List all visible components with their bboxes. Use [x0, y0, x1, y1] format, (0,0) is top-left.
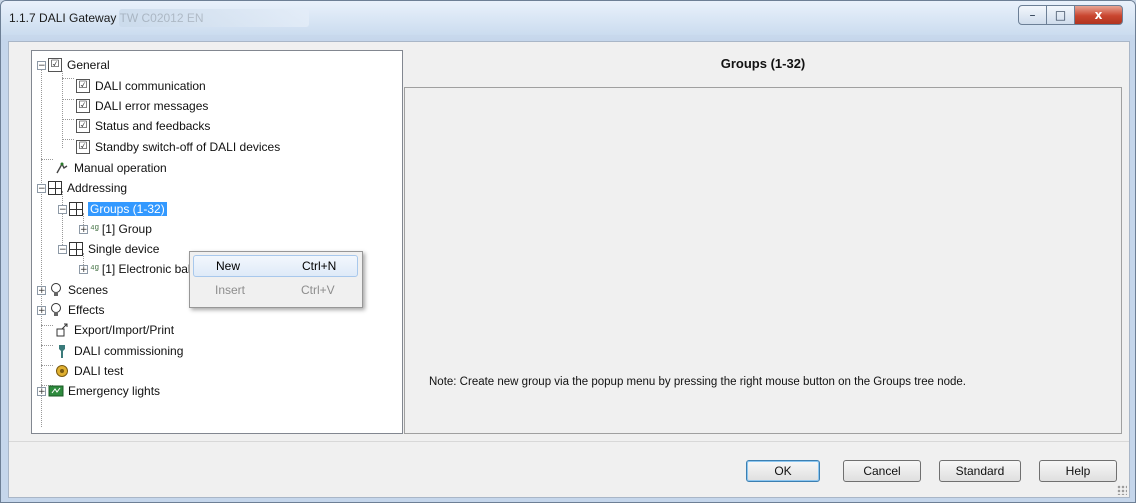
expander-groups[interactable]: −	[58, 205, 67, 215]
expander-addressing[interactable]: −	[37, 184, 46, 194]
parameter-panel: Note: Create new group via the popup men…	[404, 87, 1122, 434]
tree-item-label: Effects	[68, 303, 105, 317]
tree-item-general[interactable]: ☑ General	[48, 56, 110, 74]
tree-item-label: DALI error messages	[95, 99, 209, 113]
tree-item-label-selected: Groups (1-32)	[88, 202, 167, 216]
tree-item-dali-commissioning[interactable]: DALI commissioning	[54, 342, 183, 360]
export-icon	[54, 322, 70, 338]
bulb-icon	[48, 302, 64, 318]
grid-icon	[69, 202, 83, 216]
resize-grip[interactable]	[1117, 485, 1127, 495]
manual-operation-icon	[54, 160, 70, 176]
grid-icon	[69, 242, 83, 256]
tree-item-dali-error-messages[interactable]: ☑ DALI error messages	[76, 97, 208, 115]
footer-divider	[9, 441, 1129, 442]
tree-item-groups[interactable]: Groups (1-32)	[69, 200, 167, 218]
expander-general[interactable]: −	[37, 61, 46, 71]
tree-item-group-1[interactable]: ⁴ᵍ [1] Group	[90, 220, 152, 238]
dialog-client-area: − ☑ General ☑ DALI communication ☑ DALI …	[8, 41, 1130, 498]
parameter-tree[interactable]: − ☑ General ☑ DALI communication ☑ DALI …	[31, 50, 403, 434]
test-icon	[54, 363, 70, 379]
expander-effects[interactable]: +	[37, 306, 46, 316]
grid-icon	[48, 181, 62, 195]
help-button[interactable]: Help	[1039, 460, 1117, 482]
tree-item-label: Emergency lights	[68, 384, 161, 398]
commissioning-icon	[54, 343, 70, 359]
tree-item-status-and-feedbacks[interactable]: ☑ Status and feedbacks	[76, 117, 210, 135]
checklist-icon: ☑	[76, 79, 90, 93]
tree-item-label: DALI commissioning	[74, 344, 184, 358]
tree-item-scenes[interactable]: Scenes	[48, 281, 108, 299]
close-button[interactable]: x	[1074, 5, 1123, 25]
context-menu-insert[interactable]: Insert Ctrl+V	[193, 280, 358, 302]
checklist-icon: ☑	[48, 58, 62, 72]
expander-electronic-ballast[interactable]: +	[79, 265, 88, 275]
standard-button[interactable]: Standard	[939, 460, 1021, 482]
panel-title: Groups (1-32)	[720, 56, 806, 71]
tree-item-standby-switch-off[interactable]: ☑ Standby switch-off of DALI devices	[76, 138, 280, 156]
tree-item-label: DALI test	[74, 364, 124, 378]
tree-item-label: Addressing	[67, 181, 128, 195]
tree-item-label: [1] Group	[101, 222, 152, 236]
tree-item-label: Status and feedbacks	[95, 119, 211, 133]
tree-item-dali-test[interactable]: DALI test	[54, 362, 123, 380]
context-menu: New Ctrl+N Insert Ctrl+V	[189, 251, 363, 308]
tree-item-label: DALI communication	[95, 79, 206, 93]
dialog-window: 1.1.7 DALI Gateway TW C02012 EN – □ x −	[0, 0, 1136, 503]
tree-item-label: Manual operation	[74, 161, 167, 175]
tree-item-dali-communication[interactable]: ☑ DALI communication	[76, 77, 206, 95]
checklist-icon: ☑	[76, 140, 90, 154]
tree-item-effects[interactable]: Effects	[48, 301, 104, 319]
tree-item-label: General	[67, 58, 110, 72]
title-suffix-blurred	[119, 9, 309, 27]
expander-emergency-lights[interactable]: +	[37, 387, 46, 397]
expander-group-1[interactable]: +	[79, 225, 88, 235]
group-object-icon: ⁴ᵍ	[90, 223, 99, 235]
tree-item-label: Scenes	[68, 283, 109, 297]
checklist-icon: ☑	[76, 119, 90, 133]
tree-item-emergency-lights[interactable]: Emergency lights	[48, 382, 160, 400]
context-menu-new[interactable]: New Ctrl+N	[193, 255, 358, 277]
tree-item-single-device[interactable]: Single device	[69, 240, 159, 258]
expander-single-device[interactable]: −	[58, 245, 67, 255]
panel-note: Note: Create new group via the popup men…	[429, 376, 967, 388]
ok-button[interactable]: OK	[746, 460, 820, 482]
tree-item-export-import-print[interactable]: Export/Import/Print	[54, 321, 174, 339]
checklist-icon: ☑	[76, 99, 90, 113]
maximize-button[interactable]: □	[1046, 5, 1075, 25]
expander-scenes[interactable]: +	[37, 286, 46, 296]
bulb-icon	[48, 282, 64, 298]
tree-item-label: Export/Import/Print	[74, 323, 175, 337]
minimize-button[interactable]: –	[1018, 5, 1047, 25]
emergency-light-icon	[48, 383, 64, 399]
tree-item-label: Single device	[88, 242, 160, 256]
device-object-icon: ⁴ᵍ	[90, 263, 99, 275]
tree-item-addressing[interactable]: Addressing	[48, 179, 127, 197]
title-bar: 1.1.7 DALI Gateway TW C02012 EN – □ x	[1, 1, 1135, 35]
tree-item-manual-operation[interactable]: Manual operation	[54, 159, 167, 177]
tree-item-label: Standby switch-off of DALI devices	[95, 140, 281, 154]
cancel-button[interactable]: Cancel	[843, 460, 921, 482]
